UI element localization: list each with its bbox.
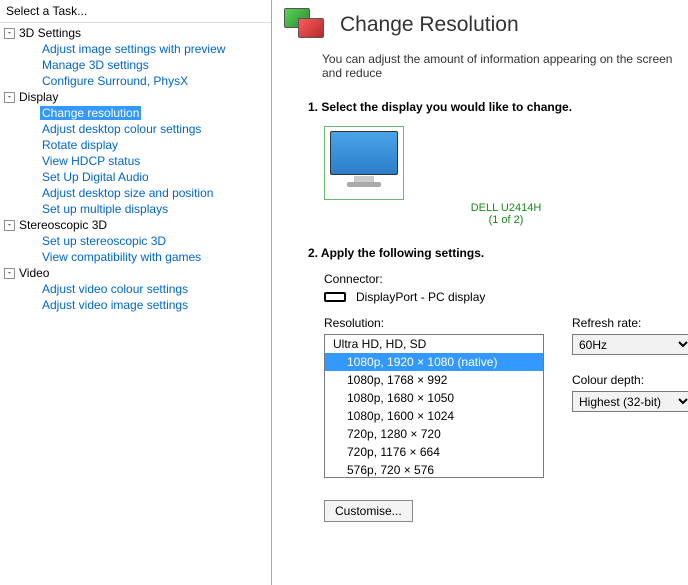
tree-item-label[interactable]: Adjust video colour settings: [40, 282, 190, 296]
depth-label: Colour depth:: [572, 373, 688, 387]
tree-item-label[interactable]: View HDCP status: [40, 154, 142, 168]
collapse-icon[interactable]: -: [4, 268, 15, 279]
tree-item[interactable]: Rotate display: [12, 137, 271, 153]
tree-group[interactable]: -Video: [0, 265, 271, 281]
task-tree: -3D SettingsAdjust image settings with p…: [0, 23, 271, 585]
resolution-label: Resolution:: [324, 316, 544, 330]
displayport-icon: [324, 292, 346, 302]
tree-group[interactable]: -Display: [0, 89, 271, 105]
resolution-option[interactable]: 1080p, 1768 × 992: [325, 371, 543, 389]
tree-item-label[interactable]: Adjust video image settings: [40, 298, 190, 312]
step2-label: 2. Apply the following settings.: [308, 246, 688, 260]
collapse-icon[interactable]: -: [4, 220, 15, 231]
page-description: You can adjust the amount of information…: [272, 48, 688, 90]
tree-item[interactable]: Manage 3D settings: [12, 57, 271, 73]
monitor-name: DELL U2414H: [324, 202, 688, 214]
refresh-select[interactable]: 60Hz: [572, 334, 688, 355]
resolution-option[interactable]: 576p, 720 × 576: [325, 461, 543, 478]
connector-label: Connector:: [324, 272, 688, 286]
tree-group[interactable]: -Stereoscopic 3D: [0, 217, 271, 233]
resolution-option[interactable]: 720p, 1280 × 720: [325, 425, 543, 443]
tree-item-label[interactable]: Adjust desktop colour settings: [40, 122, 203, 136]
tree-item[interactable]: View HDCP status: [12, 153, 271, 169]
tree-item[interactable]: Configure Surround, PhysX: [12, 73, 271, 89]
tree-item-label[interactable]: View compatibility with games: [40, 250, 203, 264]
resolution-option[interactable]: 1080p, 1920 × 1080 (native): [325, 353, 543, 371]
connector-value: DisplayPort - PC display: [356, 290, 485, 304]
resolution-option[interactable]: 1080p, 1600 × 1024: [325, 407, 543, 425]
customise-button[interactable]: Customise...: [324, 500, 413, 522]
tree-group-label: 3D Settings: [19, 26, 81, 40]
step1-label: 1. Select the display you would like to …: [308, 100, 688, 114]
tree-item-label[interactable]: Manage 3D settings: [40, 58, 151, 72]
tree-item[interactable]: Adjust desktop colour settings: [12, 121, 271, 137]
tree-group-label: Stereoscopic 3D: [19, 218, 107, 232]
tree-item-label[interactable]: Set up stereoscopic 3D: [40, 234, 168, 248]
resolution-listbox[interactable]: Ultra HD, HD, SD1080p, 1920 × 1080 (nati…: [324, 334, 544, 478]
tree-item-label[interactable]: Set Up Digital Audio: [40, 170, 151, 184]
tree-item[interactable]: Adjust image settings with preview: [12, 41, 271, 57]
page-title: Change Resolution: [340, 13, 519, 37]
tree-item[interactable]: Set up stereoscopic 3D: [12, 233, 271, 249]
collapse-icon[interactable]: -: [4, 28, 15, 39]
tree-item-label[interactable]: Change resolution: [40, 106, 141, 120]
tree-item-label[interactable]: Adjust desktop size and position: [40, 186, 215, 200]
collapse-icon[interactable]: -: [4, 92, 15, 103]
resolution-icon: [284, 8, 328, 42]
resolution-group-header: Ultra HD, HD, SD: [325, 335, 543, 353]
tree-item-label[interactable]: Set up multiple displays: [40, 202, 170, 216]
tree-group[interactable]: -3D Settings: [0, 25, 271, 41]
monitor-selector[interactable]: DELL U2414H (1 of 2): [324, 126, 688, 226]
depth-select[interactable]: Highest (32-bit): [572, 391, 688, 412]
monitor-index: (1 of 2): [324, 214, 688, 226]
tree-group-label: Video: [19, 266, 49, 280]
tree-item-label[interactable]: Configure Surround, PhysX: [40, 74, 190, 88]
tree-item[interactable]: Adjust video colour settings: [12, 281, 271, 297]
tree-item[interactable]: Set up multiple displays: [12, 201, 271, 217]
tree-item[interactable]: Set Up Digital Audio: [12, 169, 271, 185]
refresh-label: Refresh rate:: [572, 316, 688, 330]
tree-item-label[interactable]: Adjust image settings with preview: [40, 42, 227, 56]
tree-group-label: Display: [19, 90, 58, 104]
sidebar: Select a Task... -3D SettingsAdjust imag…: [0, 0, 272, 585]
tree-item-label[interactable]: Rotate display: [40, 138, 120, 152]
tree-item[interactable]: Change resolution: [12, 105, 271, 121]
main-panel: Change Resolution You can adjust the amo…: [272, 0, 688, 585]
tree-item[interactable]: Adjust desktop size and position: [12, 185, 271, 201]
monitor-icon: [330, 131, 398, 175]
tree-item[interactable]: View compatibility with games: [12, 249, 271, 265]
resolution-option[interactable]: 1080p, 1680 × 1050: [325, 389, 543, 407]
sidebar-header: Select a Task...: [0, 0, 271, 23]
tree-item[interactable]: Adjust video image settings: [12, 297, 271, 313]
resolution-option[interactable]: 720p, 1176 × 664: [325, 443, 543, 461]
